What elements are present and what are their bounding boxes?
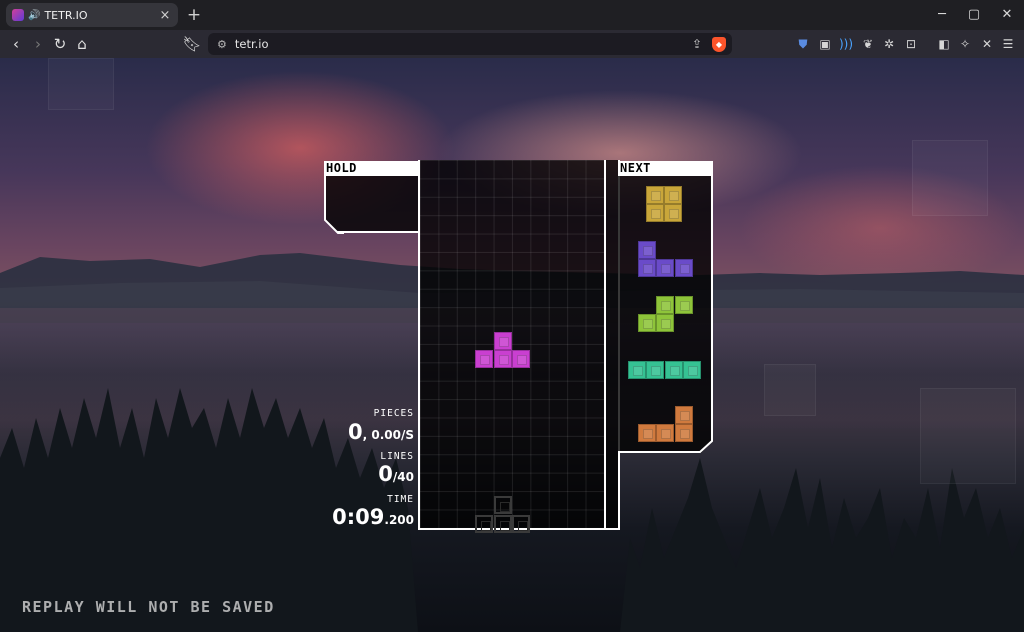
tab-close-icon[interactable]: ×: [158, 8, 172, 23]
brave-shields-icon[interactable]: ◆: [712, 36, 726, 52]
mino-block: [638, 241, 656, 259]
tab-tetrio[interactable]: 🔊 TETR.IO ×: [6, 3, 178, 27]
leo-ai-icon[interactable]: ✧: [957, 36, 973, 52]
lines-label: LINES: [380, 451, 414, 462]
hold-box-corner: [324, 219, 344, 234]
mino-block: [646, 204, 664, 223]
decorative-square: [920, 388, 1016, 484]
mino-block: [628, 361, 646, 379]
lines-stat: 0/40: [378, 462, 414, 486]
browser-toolbar: ‹ › ↻ ⌂ 🔖︎ ⚙ tetr.io ⇪ ◆ ⛊ ▣ ))) ❦ ✲ ⊡ ◧…: [0, 30, 1024, 58]
mino-block: [664, 361, 683, 379]
lines-value: 0: [378, 462, 393, 486]
mino-block: [638, 424, 656, 443]
tab-bar: 🔊 TETR.IO × + ─ ▢ ✕: [0, 0, 1024, 30]
mino-block: [512, 514, 530, 533]
speaker-icon[interactable]: 🔊: [28, 10, 40, 21]
mino-block: [656, 424, 675, 443]
mino-block: [683, 361, 702, 379]
mino-block: [475, 514, 494, 533]
game-viewport[interactable]: HOLD NEXT PIECES 0, 0.00/S LINES 0/40 TI…: [0, 58, 1024, 632]
mino-block: [664, 186, 683, 204]
game-board[interactable]: [418, 160, 620, 533]
time-ms: .200: [384, 513, 414, 527]
mino-block: [674, 296, 693, 314]
time-stat: 0:09.200: [332, 505, 414, 529]
mino-block: [674, 424, 693, 443]
mino-block: [656, 296, 675, 314]
home-icon[interactable]: ⌂: [72, 34, 92, 54]
new-tab-button[interactable]: +: [184, 5, 204, 25]
mino-block: [512, 350, 530, 368]
pieces-rate: , 0.00/S: [362, 428, 414, 442]
tetrio-favicon-icon: [12, 9, 24, 21]
tab-title: TETR.IO: [44, 8, 88, 22]
forward-icon[interactable]: ›: [28, 34, 48, 54]
mino-block: [656, 259, 675, 278]
mino-block: [493, 496, 512, 515]
time-label: TIME: [387, 494, 414, 505]
maximize-button[interactable]: ▢: [964, 6, 984, 24]
mino-block: [638, 314, 656, 333]
lines-goal: /40: [392, 470, 414, 484]
decorative-square: [764, 364, 816, 416]
board-grid: [420, 160, 604, 528]
extension-audio-icon[interactable]: ))): [838, 36, 854, 52]
sidebar-toggle-icon[interactable]: ◧: [936, 36, 952, 52]
screenshot-icon[interactable]: ⊡: [903, 36, 919, 52]
mino-block: [493, 514, 512, 533]
mino-block: [493, 350, 512, 368]
mino-block: [646, 186, 664, 204]
extension-leaf-icon[interactable]: ❦: [860, 36, 876, 52]
site-settings-icon[interactable]: ⚙: [217, 38, 227, 51]
menu-icon[interactable]: ☰: [1000, 36, 1016, 52]
pieces-label: PIECES: [373, 408, 414, 419]
mino-block: [674, 259, 693, 278]
mino-block: [656, 314, 675, 333]
close-window-button[interactable]: ✕: [997, 6, 1017, 24]
decorative-square: [912, 140, 988, 216]
mino-block: [638, 259, 656, 278]
share-icon[interactable]: ⇪: [692, 37, 702, 51]
replay-notice: REPLAY WILL NOT BE SAVED: [22, 598, 275, 616]
extension-cast-icon[interactable]: ▣: [817, 36, 833, 52]
next-label: NEXT: [618, 161, 713, 176]
mino-block: [493, 331, 512, 350]
mino-block: [664, 204, 683, 223]
time-main: 0:09: [332, 505, 385, 529]
minimize-button[interactable]: ─: [932, 6, 952, 24]
mino-block: [646, 361, 665, 379]
address-bar[interactable]: ⚙ tetr.io ⇪ ◆: [208, 33, 732, 55]
extensions-puzzle-icon[interactable]: ✲: [881, 36, 897, 52]
mino-block: [475, 350, 494, 368]
decorative-square: [48, 58, 114, 110]
vpn-icon[interactable]: ✕: [979, 36, 995, 52]
url-text[interactable]: tetr.io: [235, 37, 692, 51]
extension-shield-icon[interactable]: ⛊: [795, 36, 811, 52]
pieces-stat: 0, 0.00/S: [348, 420, 414, 444]
hold-label: HOLD: [324, 161, 419, 176]
reload-icon[interactable]: ↻: [50, 34, 70, 54]
back-icon[interactable]: ‹: [6, 34, 26, 54]
mino-block: [674, 406, 693, 424]
bookmark-icon[interactable]: 🔖︎: [182, 34, 202, 54]
pieces-value: 0: [348, 420, 363, 444]
